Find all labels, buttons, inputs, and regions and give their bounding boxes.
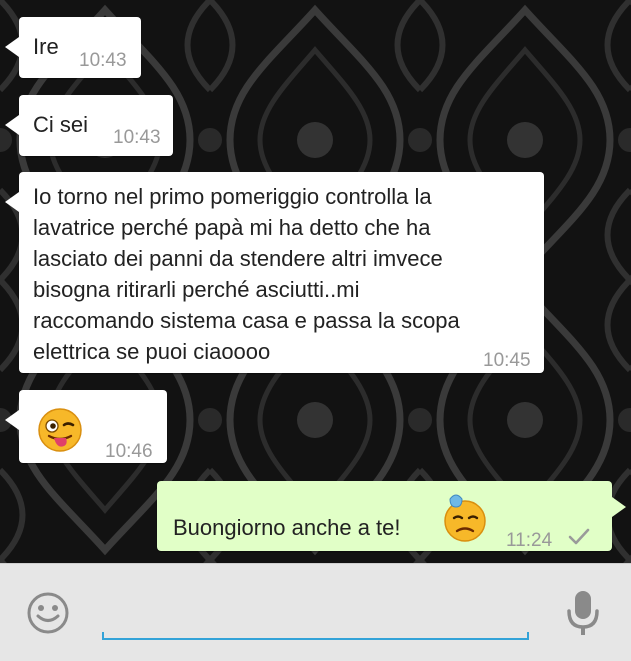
emoji-icon[interactable] <box>26 591 70 640</box>
message-time: 10:43 <box>79 50 127 71</box>
message-text: Buongiorno anche a te! <box>173 515 401 540</box>
message-bubble-incoming[interactable]: Ire 10:43 <box>5 17 141 78</box>
message-text: Io torno nel primo pomeriggio controlla … <box>33 184 460 364</box>
message-time: 10:43 <box>113 127 161 148</box>
sent-check-icon <box>567 524 591 555</box>
message-text: Ire <box>33 34 59 59</box>
message-bubble-outgoing[interactable]: Buongiorno anche a te! 11:24 <box>157 481 626 551</box>
winking-tongue-emoji-icon <box>37 407 83 461</box>
message-input[interactable] <box>106 594 528 626</box>
message-input-bar <box>0 563 631 661</box>
message-bubble-incoming[interactable]: Io torno nel primo pomeriggio controlla … <box>5 172 544 373</box>
message-bubble-incoming[interactable]: Ci sei 10:43 <box>5 95 173 156</box>
message-time: 10:45 <box>483 350 531 371</box>
cold-sweat-emoji-icon <box>442 493 488 551</box>
microphone-icon[interactable] <box>564 589 602 644</box>
message-bubble-incoming[interactable]: 10:46 <box>5 390 167 463</box>
message-text: Ci sei <box>33 112 89 137</box>
message-time: 10:46 <box>105 441 153 462</box>
input-underline <box>102 632 529 640</box>
message-time: 11:24 <box>506 530 553 551</box>
